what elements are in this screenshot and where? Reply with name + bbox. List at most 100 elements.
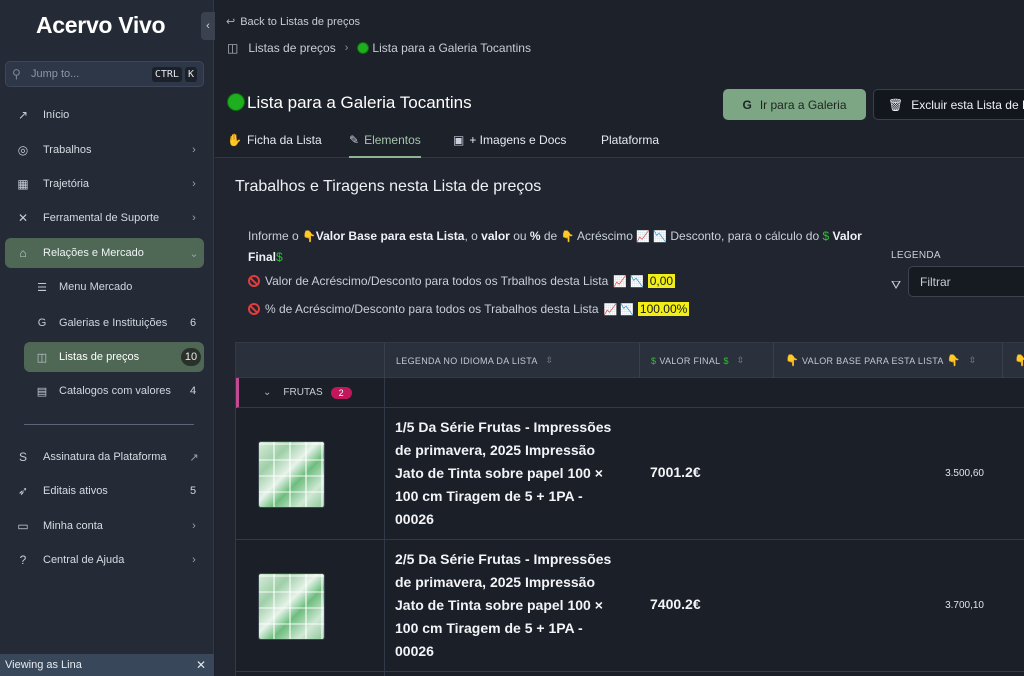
column-header-more[interactable]: 👇 (1002, 343, 1024, 378)
sidebar-item-ferramental[interactable]: ✕ Ferramental de Suporte › (5, 203, 204, 233)
sort-icon: ⇳ (736, 355, 745, 365)
prohibited-icon (248, 275, 260, 287)
info-text-part: ou (509, 229, 530, 243)
dollar-icon: $ (723, 355, 729, 366)
chevron-down-icon: ⌄ (189, 247, 199, 260)
tab-elementos[interactable]: ✎ Elementos (349, 133, 421, 158)
chart-down-icon: 📉 (653, 231, 668, 243)
sidebar-divider (24, 424, 194, 425)
sidebar-item-relacoes-mercado[interactable]: ⌂ Relações e Mercado ⌄ (5, 238, 204, 268)
table-row[interactable]: 1/5 Da Série Frutas - Impressões de prim… (236, 409, 1024, 540)
back-arrow-icon: ↩ (226, 16, 236, 28)
sidebar-item-assinatura[interactable]: S Assinatura da Plataforma ↗ (5, 442, 204, 472)
info-bold-percent: % (529, 229, 541, 243)
info-text-part: Informe o (248, 229, 303, 243)
green-dot-icon (227, 93, 245, 111)
sidebar-subitem-galerias[interactable]: G Galerias e Instituições 6 (24, 307, 204, 339)
sidebar-item-label: Ferramental de Suporte (43, 212, 160, 224)
hand-icon: ✋ (227, 133, 242, 147)
delete-list-button[interactable]: 🗑 Excluir esta Lista de Preços (873, 89, 1024, 120)
breadcrumb-root[interactable]: Listas de preços (248, 41, 335, 55)
column-header-valor-base[interactable]: 👇 VALOR BASE PARA ESTA LISTA 👇 ⇳ (773, 343, 1002, 378)
row-valor-final: 7400.2€ (650, 596, 701, 612)
pointing-hand-icon: 👇 (785, 355, 799, 367)
image-icon: ▣ (453, 133, 465, 147)
brand-logo[interactable]: Acervo Vivo (36, 12, 166, 39)
sidebar-subitem-menu-mercado[interactable]: ☰ Menu Mercado (24, 272, 204, 302)
green-dot-icon (357, 42, 370, 54)
sidebar-item-label: Listas de preços (59, 350, 140, 363)
info-text-part: Acréscimo (574, 229, 637, 243)
back-label: Back to Listas de preços (240, 16, 361, 28)
tab-bar: ✋ Ficha da Lista ✎ Elementos ▣ + Imagens e … (215, 128, 1024, 158)
info-bold-valor-base: Valor Base para esta Lista (315, 229, 465, 243)
g-logo-icon: G (742, 97, 752, 112)
artwork-thumbnail[interactable] (258, 441, 325, 508)
filter-input[interactable] (908, 266, 1024, 297)
sidebar-subitem-catalogos[interactable]: ▤ Catalogos com valores 4 (24, 375, 204, 407)
pointing-hand-icon: 👇 (560, 231, 575, 243)
table-header: LEGENDA NO IDIOMA DA LISTA ⇳ $ VALOR FINAL… (236, 343, 1024, 378)
viewing-as-label: Viewing as Lina (5, 659, 82, 671)
chevron-right-icon: › (192, 554, 196, 566)
external-link-icon: ↗ (189, 451, 199, 464)
info-bold-valor: valor (481, 229, 510, 243)
artwork-thumbnail[interactable] (258, 573, 325, 640)
row-valor-base[interactable]: 3.700,10 (884, 600, 984, 611)
tab-ficha-da-lista[interactable]: ✋ Ficha da Lista (227, 133, 322, 158)
acrescimo-percent-value[interactable]: 100.00% (637, 302, 690, 316)
acrescimo-valor-row: Valor de Acréscimo/Desconto para todos o… (248, 274, 676, 288)
pointing-hand-icon: 👇 (302, 231, 316, 243)
tab-label: Plataforma (601, 133, 660, 147)
info-text-part: Desconto, para o cálculo do (667, 229, 823, 243)
tab-label: + Imagens e Docs (469, 133, 567, 147)
column-header-valor-final[interactable]: $ VALOR FINAL $ ⇳ (639, 343, 773, 378)
go-to-gallery-button[interactable]: G Ir para a Galeria (723, 89, 866, 120)
sidebar-subitem-listas-precos[interactable]: ◫ Listas de preços 10 (24, 342, 204, 372)
pointing-hand-icon: 👇 (946, 355, 961, 367)
column-header-image (236, 343, 384, 378)
sidebar-item-editais[interactable]: ➶ Editais ativos 5 (5, 476, 204, 506)
row-valor-base[interactable]: 3.500,60 (884, 468, 984, 479)
tab-label: Elementos (364, 133, 421, 147)
breadcrumb: ◫ Listas de preços › Lista para a Galeri… (227, 41, 531, 55)
sidebar-item-label: Catalogos com valores (59, 384, 171, 397)
jump-to-search[interactable]: ⚲ Jump to... CTRL K (5, 61, 204, 87)
delete-list-label: Excluir esta Lista de Preços (911, 97, 1024, 112)
close-icon[interactable]: ✕ (193, 658, 209, 672)
sidebar-item-label: Galerias e Instituições (59, 316, 168, 329)
pointing-hand-icon: 👇 (1014, 355, 1024, 367)
sidebar-item-minha-conta[interactable]: ▭ Minha conta › (5, 511, 204, 541)
info-text: Informe o 👇Valor Base para esta Lista, o… (248, 226, 868, 267)
page-title: Lista para a Galeria Tocantins (227, 93, 472, 113)
sidebar-item-inicio[interactable]: ↗ Início (5, 100, 204, 130)
shopping-bag-icon: ◫ (36, 351, 48, 364)
tab-imagens-docs[interactable]: ▣ + Imagens e Docs (453, 133, 566, 158)
table-row[interactable]: 2/5 Da Série Frutas - Impressões de prim… (236, 541, 1024, 672)
acrescimo-valor-value[interactable]: 0,00 (647, 274, 676, 288)
tab-plataforma[interactable]: Plataforma (601, 133, 659, 158)
count-badge: 6 (189, 317, 197, 329)
row-valor-final: 7001.2€ (650, 464, 701, 480)
filter-icon: ⛛ (891, 278, 902, 292)
sidebar-item-label: Central de Ajuda (43, 554, 125, 566)
count-badge: 5 (189, 485, 197, 497)
page-title-text: Lista para a Galeria Tocantins (247, 93, 472, 112)
main-area: ↩ Back to Listas de preços ◫ Listas de pr… (215, 0, 1024, 676)
trash-icon: 🗑 (888, 97, 904, 112)
chevron-right-icon: › (192, 212, 196, 224)
column-header-legenda[interactable]: LEGENDA NO IDIOMA DA LISTA ⇳ (384, 343, 639, 378)
works-table: LEGENDA NO IDIOMA DA LISTA ⇳ $ VALOR FINAL… (235, 342, 1024, 676)
chevron-right-icon: › (192, 144, 196, 156)
breadcrumb-separator: › (344, 42, 349, 54)
sidebar-item-label: Assinatura da Plataforma (43, 451, 167, 463)
back-link[interactable]: ↩ Back to Listas de preços (226, 15, 360, 28)
sidebar-item-central-ajuda[interactable]: ? Central de Ajuda › (5, 545, 204, 575)
info-text-part: , o (464, 229, 482, 243)
chart-up-icon: 📈 (636, 231, 650, 243)
group-row-frutas[interactable]: ⌄ FRUTAS 2 (236, 378, 1024, 408)
jump-placeholder: Jump to... (31, 68, 80, 80)
sidebar-item-trabalhos[interactable]: ◎ Trabalhos › (5, 135, 204, 165)
collapse-sidebar-button[interactable]: ‹ (201, 12, 215, 40)
sidebar-item-trajetoria[interactable]: ▦ Trajetória › (5, 169, 204, 199)
